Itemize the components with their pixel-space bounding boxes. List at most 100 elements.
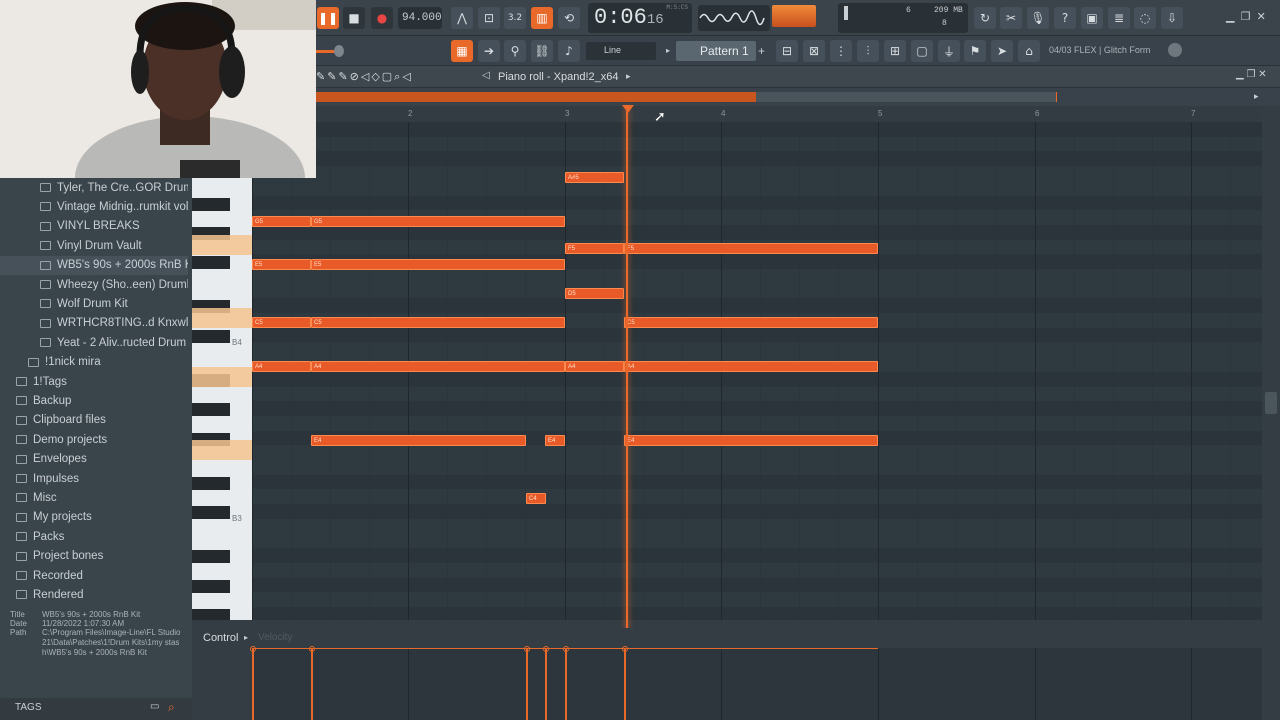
browser-item[interactable]: Misc (0, 488, 188, 507)
browser-item[interactable]: Project bones (0, 547, 188, 566)
black-key[interactable] (192, 506, 230, 520)
velocity-stem[interactable] (311, 648, 313, 720)
tools-icon[interactable]: ✂ (1000, 7, 1022, 29)
microphone-icon[interactable]: 🎙 (1027, 7, 1049, 29)
midi-note[interactable]: E5 (252, 259, 311, 270)
velocity-handle[interactable] (250, 646, 256, 652)
midi-note[interactable]: A4 (624, 361, 878, 372)
search-icon[interactable]: ⌕ (168, 700, 175, 715)
file-icon[interactable]: ▢ (911, 40, 933, 62)
black-key[interactable] (192, 403, 230, 417)
midi-note[interactable]: C5 (624, 317, 878, 328)
wait-record-icon[interactable]: ⊡ (478, 7, 500, 29)
black-key[interactable] (192, 579, 230, 593)
ctl-scroll-icon[interactable] (1262, 630, 1278, 646)
send-icon[interactable]: ➤ (991, 40, 1013, 62)
velocity-handle[interactable] (309, 646, 315, 652)
browser-item[interactable]: Clipboard files (0, 411, 188, 430)
pattern-prev-icon[interactable]: ▸ (666, 46, 670, 55)
step-edit-icon[interactable]: ▥ (531, 7, 553, 29)
chat-icon[interactable]: ◌ (1134, 7, 1156, 29)
midi-note[interactable]: C5 (252, 317, 311, 328)
highlighted-key[interactable] (192, 440, 252, 461)
midi-note[interactable]: C4 (526, 493, 546, 504)
highlighted-key[interactable] (192, 366, 252, 387)
browser-item[interactable]: Yeat - 2 Aliv..ructed Drum Kit (0, 333, 188, 352)
restore-icon[interactable]: ❐ (1241, 11, 1251, 23)
browser-item[interactable]: Backup (0, 391, 188, 410)
black-key[interactable] (192, 550, 230, 564)
folder-icon[interactable]: ▭ (150, 701, 159, 712)
midi-note[interactable]: G5 (252, 216, 311, 227)
vertical-scrollbar[interactable] (1262, 106, 1280, 620)
overview-scroll-icon[interactable]: ▸ (1254, 91, 1259, 102)
countdown-icon[interactable]: 3.2 (504, 7, 526, 29)
velocity-handle[interactable] (524, 646, 530, 652)
midi-note[interactable]: G5 (311, 216, 565, 227)
velocity-handle[interactable] (622, 646, 628, 652)
control-arrow-icon[interactable]: ▸ (244, 633, 248, 642)
black-key[interactable] (192, 476, 230, 490)
magnet-icon[interactable]: ♪ (558, 40, 580, 62)
midi-note[interactable]: A4 (311, 361, 565, 372)
record-button[interactable]: ● (371, 7, 393, 29)
song-position-display[interactable]: 0:0616 M:S:CS (588, 3, 692, 33)
browser-item[interactable]: VINYL BREAKS (0, 217, 188, 236)
midi-note[interactable]: E4 (624, 435, 878, 446)
channel-rack-icon[interactable]: ⊠ (803, 40, 825, 62)
loop-record-icon[interactable]: ⟲ (558, 7, 580, 29)
close-icon[interactable]: ✕ (1257, 11, 1266, 23)
browser-item[interactable]: Tyler, The Cre..GOR Drum Kit (0, 178, 188, 197)
browser-item[interactable]: Vintage Midnig..rumkit vol. 1 (0, 197, 188, 216)
scroll-thumb[interactable] (1265, 392, 1277, 414)
stop-button[interactable]: ■ (343, 7, 365, 29)
browser-item[interactable]: WB5's 90s + 2000s RnB Kit (0, 255, 188, 275)
note-grid[interactable]: A#5 G5 G5 F5 F5 E5 E5 D5 C5 C5 C5 A4 A4 A4 A4 E4 E4 E4 C4 (252, 122, 1262, 620)
volume-knob[interactable] (334, 45, 344, 57)
playlist-icon[interactable]: ⊟ (776, 40, 798, 62)
midi-note[interactable]: A4 (252, 361, 311, 372)
highlighted-key[interactable] (192, 308, 252, 329)
browser-item[interactable]: 1!Tags (0, 372, 188, 391)
control-param[interactable]: Velocity (258, 632, 292, 643)
browser-item[interactable]: Wheezy (Sho..een) Drumkit (0, 275, 188, 294)
mixer-view-icon[interactable]: ⫶ (857, 40, 879, 62)
undo-icon[interactable]: ↻ (974, 7, 996, 29)
timeline-ruler[interactable]: 2 3 4 5 6 7 (252, 106, 1262, 122)
black-key[interactable] (192, 329, 230, 343)
pattern-selector[interactable]: Pattern 1 (676, 41, 756, 61)
browser-item[interactable]: !1nick mira (0, 353, 188, 372)
piano-keyboard[interactable]: B4 B3 (192, 122, 252, 620)
shop-icon[interactable]: ⌂ (1018, 40, 1040, 62)
velocity-handle[interactable] (543, 646, 549, 652)
browser-item[interactable]: Envelopes (0, 450, 188, 469)
midi-note[interactable]: C5 (311, 317, 565, 328)
playhead-marker-icon[interactable] (622, 105, 634, 113)
stamp-icon[interactable]: ⚲ (504, 40, 526, 62)
browser-item[interactable]: WRTHCR8TING..d Knxwledge (0, 314, 188, 333)
arrow-right-icon[interactable]: ➔ (478, 40, 500, 62)
midi-note[interactable]: D5 (565, 288, 624, 299)
pr-window-controls[interactable]: ▁ ❐ ✕ (1236, 69, 1267, 80)
velocity-stem[interactable] (252, 648, 254, 720)
browser-item[interactable]: Packs (0, 527, 188, 546)
black-key[interactable] (192, 256, 230, 270)
plugin-tree-icon[interactable]: ⊞ (884, 40, 906, 62)
velocity-stem[interactable] (565, 648, 567, 720)
browser-item[interactable]: Recorded (0, 566, 188, 585)
piano-roll-icon[interactable]: ▦ (451, 40, 473, 62)
plugin-icon[interactable]: ⏚ (938, 40, 960, 62)
velocity-stem[interactable] (624, 648, 626, 720)
step-sequencer-icon[interactable]: ⋮ (830, 40, 852, 62)
midi-note[interactable]: A4 (565, 361, 624, 372)
browser-item[interactable]: My projects (0, 508, 188, 527)
snap-select[interactable]: Line (586, 42, 656, 60)
browser-item[interactable]: Impulses (0, 469, 188, 488)
tempo-display[interactable]: 94.000 (398, 7, 442, 29)
velocity-lane[interactable] (250, 646, 1262, 720)
browser-item[interactable]: Rendered (0, 585, 188, 604)
save-icon[interactable]: ▣ (1081, 7, 1103, 29)
midi-note[interactable]: F5 (565, 243, 624, 254)
metronome-icon[interactable]: ⋀ (451, 7, 473, 29)
globe-icon[interactable] (1168, 43, 1182, 57)
